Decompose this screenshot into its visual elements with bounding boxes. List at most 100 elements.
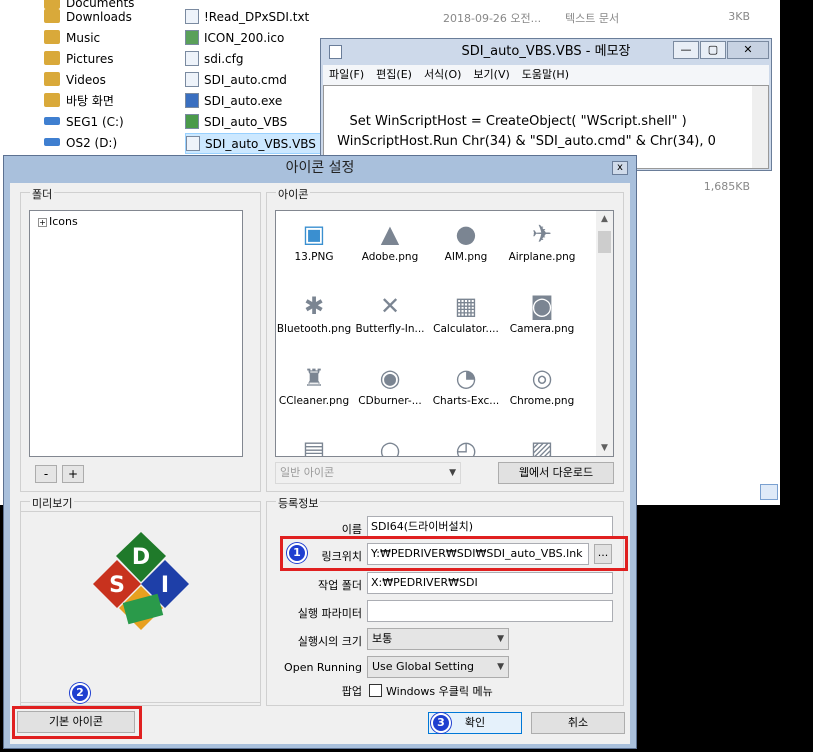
file-row[interactable]: sdi.cfg <box>185 49 243 70</box>
menu-edit[interactable]: 편집(E) <box>376 68 412 81</box>
name-input[interactable]: SDI64(드라이버설치) <box>367 516 613 538</box>
file-row[interactable]: ICON_200.ico <box>185 28 284 49</box>
remove-folder-button[interactable]: - <box>35 465 57 483</box>
charts-icon: ◔ <box>455 364 477 392</box>
sdi-logo-icon: D S I <box>93 532 189 630</box>
file-row[interactable]: SDI_auto.exe <box>185 91 282 112</box>
nav-item-desktop[interactable]: 바탕 화면 <box>44 91 114 112</box>
scroll-down-icon[interactable]: ▼ <box>596 440 613 456</box>
adobe-icon: ▲ <box>380 220 400 248</box>
add-folder-button[interactable]: + <box>62 465 84 483</box>
icon-grid[interactable]: ▣ 13.PNG ▲ Adobe.png ● AIM.png ✈ Airplane.pn… <box>275 210 614 457</box>
icon-item[interactable]: ◙ Camera.png <box>504 283 580 355</box>
scroll-thumb[interactable] <box>598 231 611 253</box>
icon-item[interactable]: ▦ Calculator.... <box>428 283 504 355</box>
airplane-icon: ✈ <box>531 220 553 248</box>
tree-item-icons[interactable]: + Icons <box>38 215 78 228</box>
file-row[interactable]: SDI_auto_VBS <box>185 112 287 133</box>
menu-help[interactable]: 도움말(H) <box>522 68 569 81</box>
maximize-button[interactable]: ▢ <box>700 41 726 59</box>
icon-item[interactable]: ● AIM.png <box>428 211 504 283</box>
window-size-select[interactable]: 보통 ▼ <box>367 628 509 650</box>
icon-item[interactable]: ♜ CCleaner.png <box>276 355 352 427</box>
nav-item-videos[interactable]: Videos <box>44 70 106 91</box>
step-badge-2: 2 <box>70 683 90 703</box>
dialog-title[interactable]: 아이콘 설정 <box>4 156 636 181</box>
dialog-body: 폴더 + Icons - + 아이콘 ▣ 13.PNG ▲ Adobe.png ● AI… <box>10 183 630 744</box>
music-folder-icon <box>44 30 60 44</box>
nav-item-drive-d[interactable]: OS2 (D:) <box>44 133 117 154</box>
file-row[interactable]: !Read_DPxSDI.txt <box>185 7 309 28</box>
file-type: 텍스트 문서 <box>565 12 620 25</box>
file-row-selected[interactable]: SDI_auto_VBS.VBS <box>185 133 321 154</box>
close-button[interactable]: ✕ <box>727 41 769 59</box>
tree-expand-icon[interactable]: + <box>38 218 47 227</box>
menu-format[interactable]: 서식(O) <box>424 68 461 81</box>
open-running-select[interactable]: Use Global Setting ▼ <box>367 656 509 678</box>
icon-grid-scrollbar[interactable]: ▲ ▼ <box>596 211 613 456</box>
notepad-scrollbar[interactable] <box>752 86 768 168</box>
details-view-icon[interactable] <box>760 484 778 500</box>
chevron-down-icon: ▼ <box>497 662 504 672</box>
code-icon: ▨ <box>530 436 554 457</box>
file-row[interactable]: SDI_auto.cmd <box>185 70 287 91</box>
default-icon-highlight <box>12 706 142 739</box>
context-menu-checkbox[interactable] <box>369 684 382 697</box>
step-badge-3: 3 <box>431 713 451 733</box>
text-file-icon <box>185 9 199 24</box>
shortcut-file-icon <box>185 114 199 129</box>
menu-view[interactable]: 보기(V) <box>473 68 509 81</box>
params-input[interactable] <box>367 600 613 622</box>
exe-file-icon <box>185 93 199 108</box>
icon-item[interactable]: ▤ <box>276 427 352 456</box>
disc-icon: ○ <box>379 436 401 457</box>
nav-item-pictures[interactable]: Pictures <box>44 49 114 70</box>
drive-icon <box>44 138 60 146</box>
icon-type-combo[interactable]: 일반 아이콘 ▼ <box>275 462 461 484</box>
icon-item[interactable]: ✕ Butterfly-In... <box>352 283 428 355</box>
cancel-button[interactable]: 취소 <box>531 712 625 734</box>
aim-icon: ● <box>455 220 477 248</box>
menu-file[interactable]: 파일(F) <box>329 68 364 81</box>
icon-item[interactable]: ○ <box>352 427 428 457</box>
chevron-down-icon: ▼ <box>497 634 504 644</box>
cdburner-icon: ◉ <box>379 364 401 392</box>
folder-tree[interactable]: + Icons <box>29 210 243 457</box>
file-date: 2018-09-26 오전... <box>443 12 542 25</box>
dialog-close-button[interactable]: x <box>612 161 628 175</box>
nav-item-downloads[interactable]: Downloads <box>44 7 132 28</box>
config-file-icon <box>185 51 199 66</box>
icon-item[interactable]: ◴ <box>428 427 504 456</box>
cmd-file-icon <box>185 72 199 87</box>
desktop-folder-icon <box>44 93 60 107</box>
nav-item-drive-c[interactable]: SEG1 (C:) <box>44 112 124 133</box>
desktop-background <box>780 0 813 505</box>
chrome-icon: ◎ <box>531 364 553 392</box>
icon-item[interactable]: ✱ Bluetooth.png <box>276 283 352 355</box>
ccleaner-icon: ♜ <box>303 364 325 392</box>
web-download-button[interactable]: 웹에서 다운로드 <box>498 462 614 484</box>
camera-icon: ◙ <box>530 292 554 320</box>
icon-preview: D S I <box>20 511 261 703</box>
scroll-up-icon[interactable]: ▲ <box>596 211 613 227</box>
icon-item[interactable]: ◉ CDburner-... <box>352 355 428 427</box>
downloads-folder-icon <box>44 9 60 23</box>
icon-item[interactable]: ▣ 13.PNG <box>276 211 352 283</box>
preview-group-label: 미리보기 <box>30 495 75 511</box>
folder-group-label: 폴더 <box>30 186 55 202</box>
monitor-icon: ▣ <box>302 220 326 248</box>
file-size: 3KB <box>728 10 750 23</box>
vbs-file-icon <box>186 136 200 151</box>
context-menu-checkbox-label[interactable]: Windows 우클릭 메뉴 <box>386 683 493 699</box>
calculator-icon: ▦ <box>454 292 478 320</box>
icon-item[interactable]: ◔ Charts-Exc... <box>428 355 504 427</box>
icon-item[interactable]: ✈ Airplane.png <box>504 211 580 283</box>
icon-item[interactable]: ◎ Chrome.png <box>504 355 580 427</box>
logo-letter-i: I <box>161 573 169 598</box>
icon-item[interactable]: ▲ Adobe.png <box>352 211 428 283</box>
icon-item[interactable]: ▨ <box>504 427 580 457</box>
minimize-button[interactable]: — <box>673 41 699 59</box>
workdir-input[interactable]: X:₩PEDRIVER₩SDI <box>367 572 613 594</box>
nav-item-music[interactable]: Music <box>44 28 100 49</box>
step-badge-1: 1 <box>287 543 307 563</box>
